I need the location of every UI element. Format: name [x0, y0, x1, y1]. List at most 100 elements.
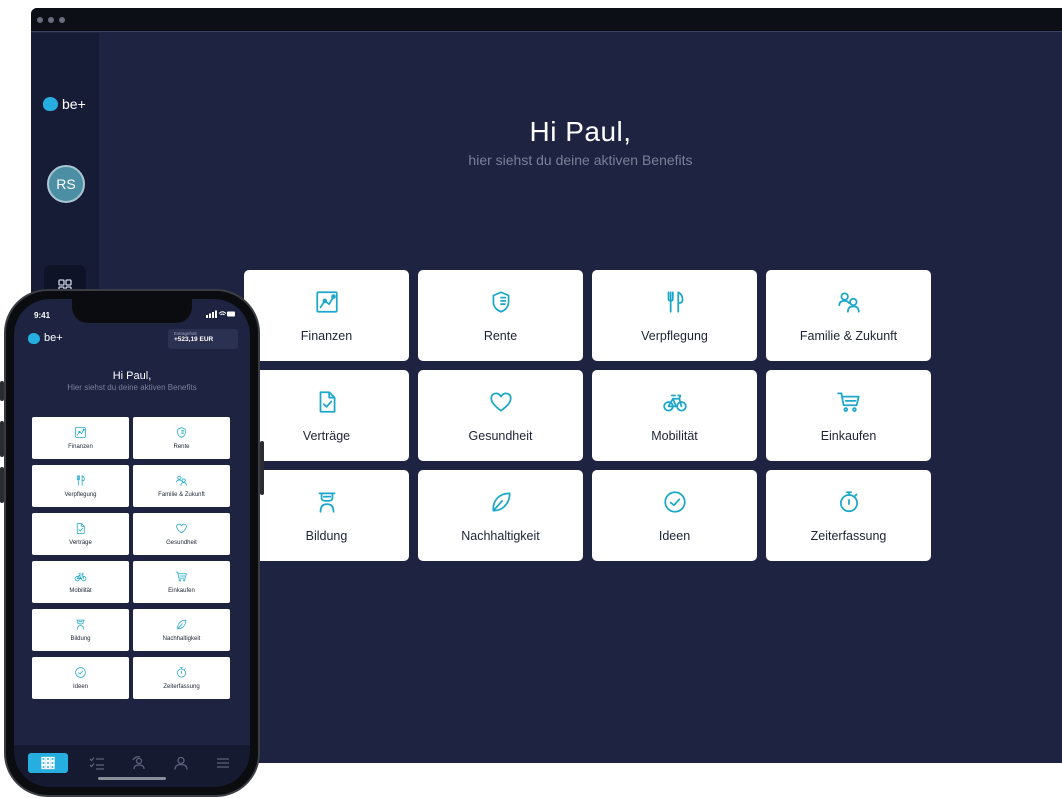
- stopwatch-icon: [177, 667, 186, 678]
- window-close-dot[interactable]: [37, 17, 43, 23]
- phone-benefit-card[interactable]: Verpflegung: [32, 465, 129, 507]
- benefit-label: Ideen: [658, 528, 691, 543]
- tab-grid[interactable]: [28, 753, 68, 773]
- benefit-card[interactable]: Familie & Zukunft: [766, 270, 931, 361]
- phone-mockup: 9:41 be+ Extragehalt +523,19 EUR Hi Paul…: [0, 289, 264, 797]
- phone-power-button: [260, 441, 264, 495]
- phone-benefit-label: Rente: [173, 444, 190, 450]
- leaf-icon: [492, 491, 511, 512]
- phone-benefit-card[interactable]: Bildung: [32, 609, 129, 651]
- phone-benefit-card[interactable]: Einkaufen: [133, 561, 230, 603]
- benefit-label: Einkaufen: [820, 428, 877, 443]
- phone-benefit-label: Familie & Zukunft: [158, 492, 205, 498]
- menu-icon: [217, 758, 229, 768]
- phone-benefit-card[interactable]: Familie & Zukunft: [133, 465, 230, 507]
- benefit-label: Rente: [483, 328, 518, 343]
- phone-benefit-label: Bildung: [70, 636, 91, 642]
- page-subtitle: hier siehst du deine aktiven Benefits: [468, 152, 693, 168]
- people-icon: [176, 475, 187, 486]
- chart-icon: [75, 427, 86, 438]
- benefit-card[interactable]: Rente: [418, 270, 583, 361]
- graduation-icon: [76, 619, 85, 630]
- benefit-card[interactable]: Finanzen: [244, 270, 409, 361]
- phone-title: Hi Paul,: [112, 370, 152, 382]
- phone-benefit-card[interactable]: Verträge: [32, 513, 129, 555]
- phone-benefit-card[interactable]: Mobilität: [32, 561, 129, 603]
- benefit-label: Nachhaltigkeit: [461, 528, 540, 543]
- home-indicator[interactable]: [98, 777, 166, 780]
- phone-benefit-label: Verpflegung: [64, 492, 97, 498]
- benefit-label: Verpflegung: [641, 328, 708, 343]
- benefit-card[interactable]: Verpflegung: [592, 270, 757, 361]
- benefit-label: Zeiterfassung: [810, 528, 887, 543]
- checklist-icon: [89, 757, 104, 770]
- shield-icon: [177, 427, 186, 438]
- phone-volume-down: [0, 467, 4, 503]
- leaf-icon: [177, 619, 187, 630]
- brand-logo[interactable]: be+: [43, 96, 86, 112]
- extra-salary-value: +523,19 EUR: [174, 336, 214, 343]
- benefit-card[interactable]: Mobilität: [592, 370, 757, 461]
- phone-brand-logo[interactable]: be+: [28, 332, 63, 344]
- tab-menu[interactable]: [210, 753, 236, 773]
- status-icons: [206, 310, 235, 318]
- benefit-label: Finanzen: [300, 328, 353, 343]
- window-titlebar: [31, 8, 1062, 32]
- phone-benefit-card[interactable]: Rente: [133, 417, 230, 459]
- benefit-label: Familie & Zukunft: [799, 328, 898, 343]
- benefit-label: Bildung: [305, 528, 348, 543]
- window-zoom-dot[interactable]: [59, 17, 65, 23]
- graduation-icon: [318, 491, 335, 513]
- check-circle-icon: [75, 667, 86, 678]
- avatar-initials: RS: [56, 176, 76, 192]
- cutlery-icon: [667, 290, 683, 313]
- benefits-grid: Finanzen Rente Verpflegung Familie & Zukunf…: [244, 270, 934, 561]
- page-title: Hi Paul,: [529, 116, 632, 147]
- phone-benefits-grid: Finanzen Rente Verpflegung Familie & Zukunf…: [32, 417, 234, 699]
- phone-benefit-card[interactable]: Ideen: [32, 657, 129, 699]
- benefit-card[interactable]: Verträge: [244, 370, 409, 461]
- user-refresh-icon: [132, 756, 145, 770]
- tab-user-refresh[interactable]: [126, 753, 152, 773]
- document-check-icon: [76, 523, 85, 534]
- heart-icon: [176, 523, 187, 534]
- phone-silent-switch: [0, 381, 4, 401]
- benefit-card[interactable]: Zeiterfassung: [766, 470, 931, 561]
- benefit-card[interactable]: Bildung: [244, 470, 409, 561]
- phone-benefit-card[interactable]: Zeiterfassung: [133, 657, 230, 699]
- benefit-card[interactable]: Gesundheit: [418, 370, 583, 461]
- benefit-card[interactable]: Einkaufen: [766, 370, 931, 461]
- logo-mark-icon: [43, 97, 58, 111]
- check-circle-icon: [663, 490, 686, 513]
- user-avatar[interactable]: RS: [47, 165, 85, 203]
- battery-icon: [227, 311, 235, 317]
- phone-benefit-label: Zeiterfassung: [163, 684, 200, 690]
- phone-benefit-label: Einkaufen: [168, 588, 195, 594]
- grid-icon: [41, 756, 55, 770]
- logo-mark-icon: [28, 332, 40, 344]
- benefit-label: Gesundheit: [468, 428, 533, 443]
- extra-salary-badge[interactable]: Extragehalt +523,19 EUR: [168, 329, 238, 349]
- phone-benefit-label: Ideen: [72, 684, 88, 690]
- tab-checklist[interactable]: [84, 753, 110, 773]
- phone-notch: [72, 299, 192, 323]
- phone-volume-up: [0, 421, 4, 457]
- benefit-label: Verträge: [302, 428, 351, 443]
- phone-benefit-label: Finanzen: [68, 444, 93, 450]
- phone-benefit-card[interactable]: Finanzen: [32, 417, 129, 459]
- phone-benefit-label: Gesundheit: [166, 540, 197, 546]
- cart-icon: [175, 571, 187, 582]
- benefit-card[interactable]: Ideen: [592, 470, 757, 561]
- benefit-card[interactable]: Nachhaltigkeit: [418, 470, 583, 561]
- person-icon: [174, 756, 188, 770]
- phone-benefit-card[interactable]: Gesundheit: [133, 513, 230, 555]
- tab-person[interactable]: [168, 753, 194, 773]
- benefit-label: Mobilität: [651, 428, 698, 443]
- stopwatch-icon: [839, 490, 858, 512]
- marketing-stage: be+ RS Hi Paul, hier siehst du deine akt…: [0, 0, 1062, 798]
- bicycle-icon: [74, 572, 87, 582]
- phone-benefit-card[interactable]: Nachhaltigkeit: [133, 609, 230, 651]
- shield-icon: [492, 290, 509, 313]
- desktop-header: Hi Paul, hier siehst du deine aktiven Be…: [99, 116, 1062, 168]
- window-minimize-dot[interactable]: [48, 17, 54, 23]
